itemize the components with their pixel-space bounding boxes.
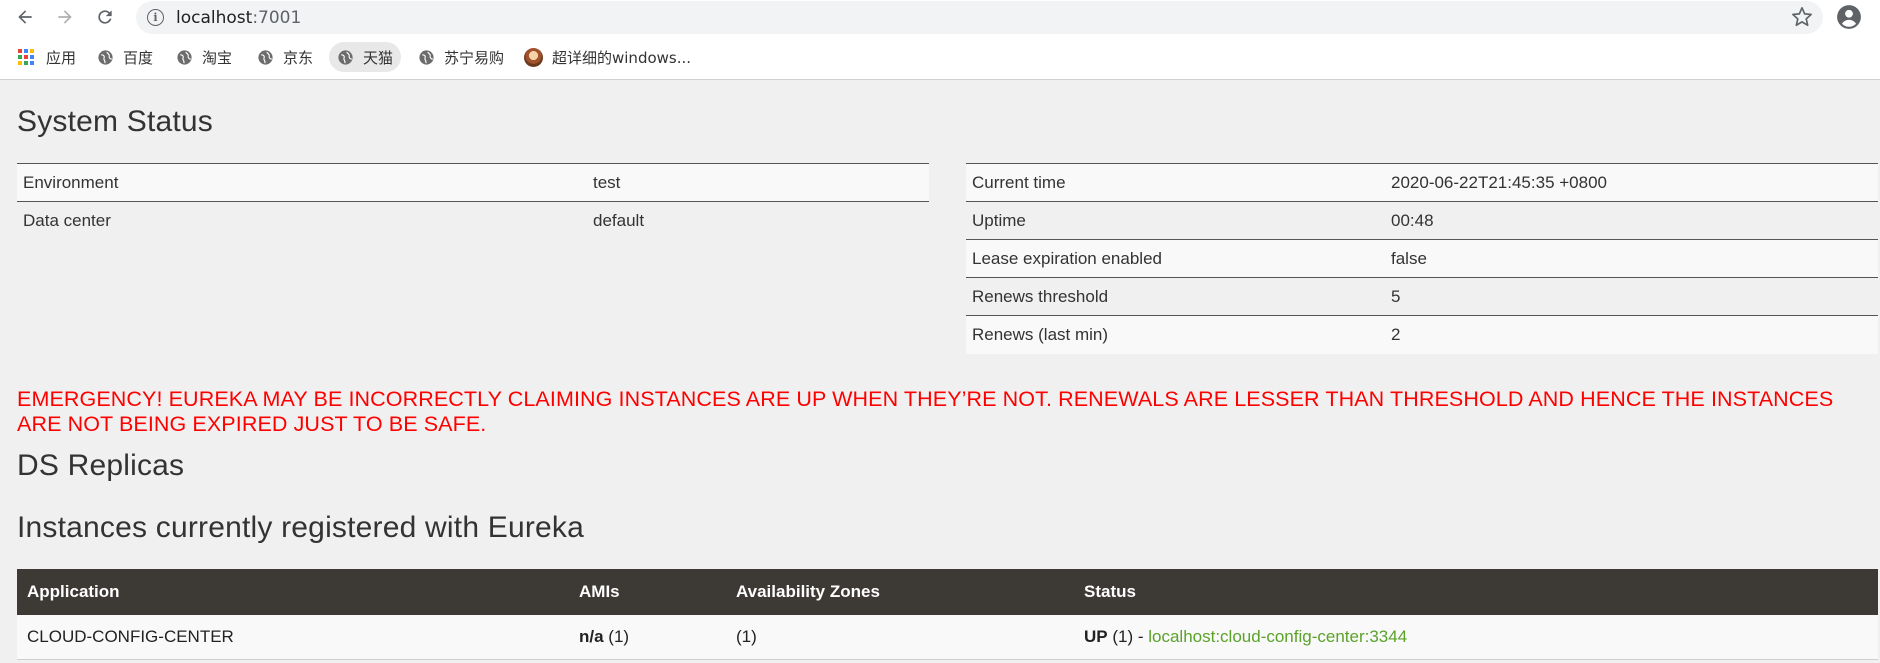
globe-icon: [258, 49, 273, 65]
status-value: 5: [1385, 277, 1878, 316]
address-bar[interactable]: i localhost:7001: [136, 1, 1823, 34]
profile-icon[interactable]: [1836, 4, 1862, 30]
bookmark-label: 天猫: [363, 48, 394, 67]
status-key: Data center: [17, 201, 587, 240]
column-header-application: Application: [17, 569, 569, 615]
reload-icon: [98, 10, 112, 24]
instances-title: Instances currently registered with Eure…: [17, 511, 584, 544]
info-icon[interactable]: i: [147, 9, 164, 26]
bookmark-label: 百度: [123, 48, 154, 67]
table-row: Data center default: [17, 201, 929, 240]
ds-replicas-title: DS Replicas: [17, 449, 185, 482]
status-value: 2: [1385, 315, 1878, 354]
status-key: Lease expiration enabled: [966, 239, 1385, 278]
avatar-favicon: [524, 47, 543, 67]
globe-icon: [419, 49, 434, 65]
bookmark-windows-article[interactable]: 超详细的windows...: [516, 42, 699, 72]
bookmark-label: 超详细的windows...: [552, 48, 692, 67]
status-value: false: [1385, 239, 1878, 278]
system-status-left-table: Environment test Data center default: [17, 163, 929, 240]
reload-button[interactable]: [90, 2, 120, 32]
zones-cell: (1): [726, 615, 1074, 660]
table-row: Current time 2020-06-22T21:45:35 +0800: [966, 163, 1878, 202]
table-row: Environment test: [17, 163, 929, 202]
bookmark-apps[interactable]: 应用: [10, 42, 84, 72]
globe-icon: [98, 49, 113, 65]
status-value: UP: [1084, 626, 1108, 646]
arrow-left-icon: [18, 10, 32, 24]
status-value: test: [587, 163, 929, 202]
column-header-amis: AMIs: [569, 569, 726, 615]
status-value: default: [587, 201, 929, 240]
instance-link[interactable]: localhost:cloud-config-center:3344: [1148, 627, 1407, 646]
back-button[interactable]: [10, 2, 40, 32]
application-name: CLOUD-CONFIG-CENTER: [17, 615, 569, 660]
apps-grid-icon: [18, 49, 34, 65]
bookmark-label: 京东: [283, 48, 314, 67]
status-cell: UP (1) - localhost:cloud-config-center:3…: [1074, 615, 1878, 660]
emergency-warning: EMERGENCY! EUREKA MAY BE INCORRECTLY CLA…: [17, 387, 1834, 436]
arrow-right-icon: [58, 10, 72, 24]
column-header-status: Status: [1074, 569, 1878, 615]
bookmark-jd[interactable]: 京东: [249, 42, 321, 72]
url-text[interactable]: localhost:7001: [176, 8, 301, 28]
bookmark-star-icon[interactable]: [1791, 6, 1813, 28]
amis-cell: n/a (1): [569, 615, 726, 660]
status-key: Renews (last min): [966, 315, 1385, 354]
bookmark-label: 苏宁易购: [444, 48, 505, 67]
url-host: localhost: [176, 8, 253, 28]
status-value: 2020-06-22T21:45:35 +0800: [1385, 163, 1878, 202]
system-status-title: System Status: [17, 105, 214, 138]
bookmark-tmall[interactable]: 天猫: [329, 42, 402, 72]
bookmarks-bar: 应用 百度 淘宝 京东 天猫 苏宁易购 超详细的windows...: [0, 34, 1880, 80]
status-key: Uptime: [966, 201, 1385, 240]
system-status-right-table: Current time 2020-06-22T21:45:35 +0800 U…: [966, 163, 1878, 354]
table-row: Renews threshold 5: [966, 277, 1878, 316]
status-key: Environment: [17, 163, 587, 202]
status-key: Renews threshold: [966, 277, 1385, 316]
status-count: (1) -: [1107, 626, 1149, 646]
table-row: Uptime 00:48: [966, 201, 1878, 240]
bookmark-taobao[interactable]: 淘宝: [168, 42, 240, 72]
column-header-availability-zones: Availability Zones: [726, 569, 1074, 615]
bookmark-label: 应用: [46, 48, 77, 67]
globe-icon: [338, 49, 353, 65]
bookmark-baidu[interactable]: 百度: [89, 42, 161, 72]
table-header-row: Application AMIs Availability Zones Stat…: [17, 569, 1878, 615]
table-row: Renews (last min) 2: [966, 315, 1878, 354]
instances-table: Application AMIs Availability Zones Stat…: [17, 569, 1878, 660]
status-key: Current time: [966, 163, 1385, 202]
forward-button[interactable]: [50, 2, 80, 32]
globe-icon: [177, 49, 192, 65]
table-row: CLOUD-CONFIG-CENTER n/a (1) (1) UP (1) -…: [17, 615, 1878, 660]
status-value: 00:48: [1385, 201, 1878, 240]
bookmark-suning[interactable]: 苏宁易购: [410, 42, 512, 72]
amis-value: n/a: [579, 626, 604, 646]
browser-toolbar: i localhost:7001: [0, 0, 1880, 34]
url-port: :7001: [252, 8, 302, 28]
amis-count: (1): [603, 626, 630, 646]
table-row: Lease expiration enabled false: [966, 239, 1878, 278]
bookmark-label: 淘宝: [202, 48, 233, 67]
